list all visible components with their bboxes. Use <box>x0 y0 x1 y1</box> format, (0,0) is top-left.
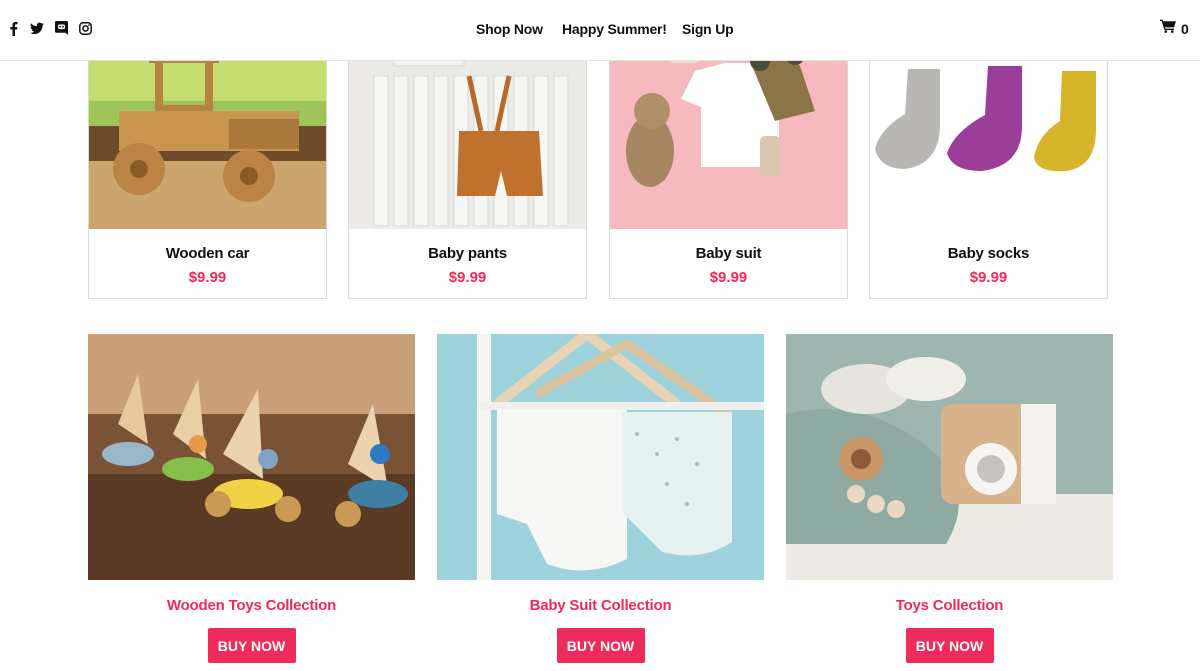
product-name: Baby pants <box>428 245 507 262</box>
facebook-icon[interactable] <box>6 20 20 36</box>
product-name: Wooden car <box>165 245 250 262</box>
collection-baby-suit: Baby Suit Collection BUY NOW <box>437 334 764 663</box>
product-image-baby-suit <box>610 41 847 229</box>
collection-title: Toys Collection <box>895 597 1004 614</box>
product-image-baby-pants <box>349 41 586 229</box>
collection-image-wooden-toys[interactable] <box>88 334 415 580</box>
product-name: Baby suit <box>695 245 762 262</box>
instagram-icon[interactable] <box>78 20 92 36</box>
product-price: $9.99 <box>969 269 1008 286</box>
social-links <box>6 20 92 36</box>
nav-shop-now[interactable]: Shop Now <box>476 21 543 37</box>
nav-sign-up[interactable]: Sign Up <box>682 21 734 37</box>
shopping-cart-icon <box>1160 19 1176 38</box>
product-card[interactable]: Wooden car $9.99 <box>88 40 327 299</box>
collection-toys: Toys Collection BUY NOW <box>786 334 1113 663</box>
buy-now-button[interactable]: BUY NOW <box>556 628 645 663</box>
nav-happy-summer[interactable]: Happy Summer! <box>562 21 667 37</box>
product-image-baby-socks <box>870 41 1107 229</box>
product-card[interactable]: Baby pants $9.99 <box>348 40 587 299</box>
product-name: Baby socks <box>947 245 1030 262</box>
site-header: Shop Now Happy Summer! Sign Up 0 <box>0 0 1200 61</box>
collection-title: Wooden Toys Collection <box>166 597 337 614</box>
discord-icon[interactable] <box>54 20 68 36</box>
twitter-icon[interactable] <box>30 20 44 36</box>
product-card[interactable]: Baby suit $9.99 <box>609 40 848 299</box>
buy-now-button[interactable]: BUY NOW <box>207 628 296 663</box>
product-price: $9.99 <box>709 269 748 286</box>
cart-button[interactable]: 0 <box>1160 19 1189 38</box>
collection-wooden-toys: Wooden Toys Collection BUY NOW <box>88 334 415 663</box>
product-price: $9.99 <box>448 269 487 286</box>
product-price: $9.99 <box>188 269 227 286</box>
buy-now-button[interactable]: BUY NOW <box>905 628 994 663</box>
product-card[interactable]: Baby socks $9.99 <box>869 40 1108 299</box>
collection-image-baby-suit[interactable] <box>437 334 764 580</box>
collection-title: Baby Suit Collection <box>529 597 672 614</box>
product-image-wooden-car <box>89 41 326 229</box>
collection-image-toys[interactable] <box>786 334 1113 580</box>
cart-count: 0 <box>1181 20 1189 37</box>
